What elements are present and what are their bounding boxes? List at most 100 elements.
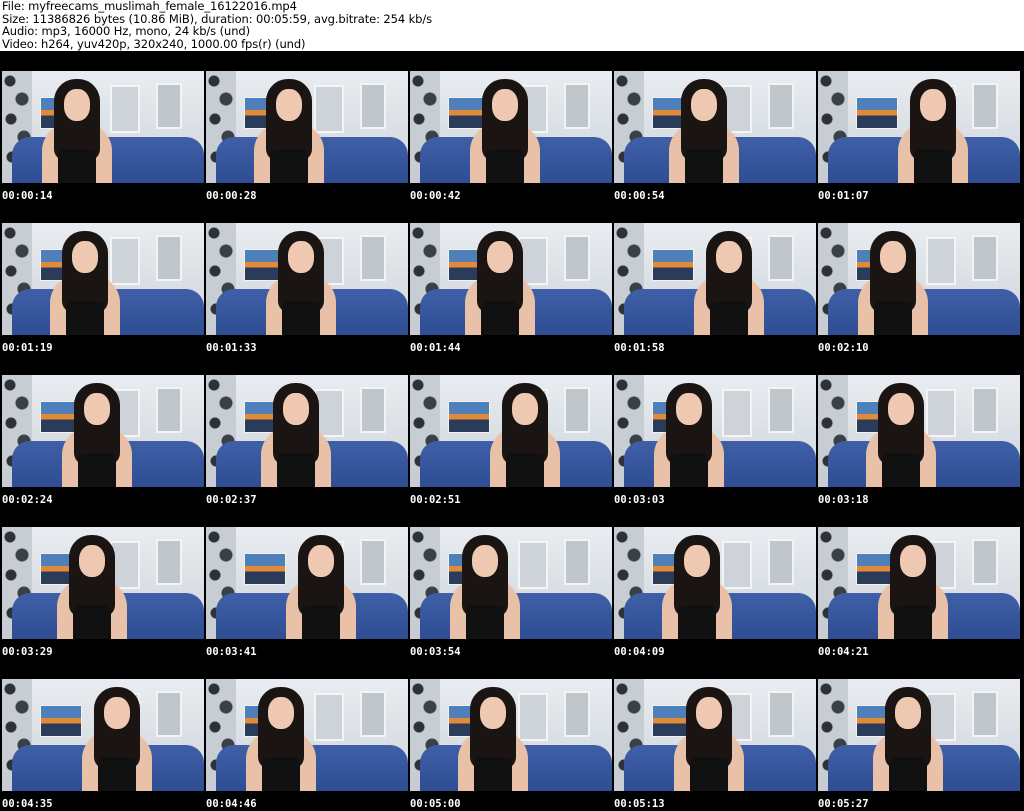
person-figure [450,535,520,639]
video-frame-thumbnail[interactable] [410,223,612,335]
video-frame-thumbnail[interactable] [206,223,408,335]
timestamp-label: 00:01:44 [410,342,461,354]
thumbnail-cell[interactable]: 00:01:44 [408,203,612,355]
person-figure [878,535,948,639]
video-frame-thumbnail[interactable] [2,527,204,639]
thumbnail-cell[interactable]: 00:01:33 [204,203,408,355]
thumbnail-cell[interactable]: 00:00:14 [0,51,204,203]
video-frame-thumbnail[interactable] [206,375,408,487]
timestamp-label: 00:05:27 [818,798,869,810]
wall-frame [360,83,386,129]
person-figure [82,687,152,791]
file-info-header: File: myfreecams_muslimah_female_1612201… [2,0,432,50]
thumbnail-cell[interactable]: 00:01:07 [816,51,1020,203]
timestamp-label: 00:01:58 [614,342,665,354]
video-frame-thumbnail[interactable] [614,375,816,487]
person-figure [246,687,316,791]
thumbnail-cell[interactable]: 00:03:54 [408,507,612,659]
person-figure [669,79,739,183]
video-frame-thumbnail[interactable] [410,679,612,791]
timestamp-label: 00:03:18 [818,494,869,506]
person-figure [286,535,356,639]
thumbnail-cell[interactable]: 00:03:41 [204,507,408,659]
thumbnail-cell[interactable]: 00:01:19 [0,203,204,355]
wall-shelf [314,693,344,741]
video-frame-thumbnail[interactable] [818,71,1020,183]
video-frame-thumbnail[interactable] [2,679,204,791]
timestamp-label: 00:02:51 [410,494,461,506]
timestamp-label: 00:03:29 [2,646,53,658]
wall-frame [768,691,794,737]
person-figure [694,231,764,335]
video-frame-thumbnail[interactable] [818,527,1020,639]
video-frame-thumbnail[interactable] [614,527,816,639]
person-figure [490,383,560,487]
video-frame-thumbnail[interactable] [818,223,1020,335]
thumbnail-cell[interactable]: 00:02:37 [204,355,408,507]
timestamp-label: 00:02:24 [2,494,53,506]
video-frame-thumbnail[interactable] [2,71,204,183]
timestamp-label: 00:00:14 [2,190,53,202]
thumbnail-cell[interactable]: 00:04:35 [0,659,204,811]
person-figure [465,231,535,335]
video-frame-thumbnail[interactable] [818,679,1020,791]
video-frame-thumbnail[interactable] [410,527,612,639]
video-frame-thumbnail[interactable] [818,375,1020,487]
video-frame-thumbnail[interactable] [206,679,408,791]
video-frame-thumbnail[interactable] [614,71,816,183]
thumbnail-cell[interactable]: 00:02:24 [0,355,204,507]
wall-frame [156,387,182,433]
wall-frame [972,691,998,737]
timestamp-label: 00:01:07 [818,190,869,202]
thumbnail-cell[interactable]: 00:02:10 [816,203,1020,355]
person-figure [654,383,724,487]
thumbnail-cell[interactable]: 00:03:03 [612,355,816,507]
video-frame-thumbnail[interactable] [410,375,612,487]
wall-frame [768,235,794,281]
video-frame-thumbnail[interactable] [2,223,204,335]
person-figure [858,231,928,335]
thumbnail-cell[interactable]: 00:04:09 [612,507,816,659]
thumbnail-grid: 00:00:14 00:00:28 00:00:42 00:00:54 00:01:07… [0,51,1024,811]
timestamp-label: 00:04:09 [614,646,665,658]
video-frame-thumbnail[interactable] [2,375,204,487]
wall-frame [156,235,182,281]
wall-frame [564,539,590,585]
file-name-line: File: myfreecams_muslimah_female_1612201… [2,0,297,13]
thumbnail-cell[interactable]: 00:04:21 [816,507,1020,659]
thumbnail-cell[interactable]: 00:05:13 [612,659,816,811]
video-frame-thumbnail[interactable] [614,223,816,335]
wall-frame [360,691,386,737]
thumbnail-row: 00:04:35 00:04:46 00:05:00 00:05:13 00:05:27 [0,659,1024,811]
thumbnail-cell[interactable]: 00:00:42 [408,51,612,203]
wall-frame [768,539,794,585]
wall-frame [564,235,590,281]
thumbnail-cell[interactable]: 00:01:58 [612,203,816,355]
person-figure [42,79,112,183]
thumbnail-cell[interactable]: 00:00:54 [612,51,816,203]
thumbnail-cell[interactable]: 00:02:51 [408,355,612,507]
wall-poster [652,249,694,281]
person-figure [50,231,120,335]
thumbnail-cell[interactable]: 00:00:28 [204,51,408,203]
wall-shelf [722,389,752,437]
thumbnail-cell[interactable]: 00:05:00 [408,659,612,811]
thumbnail-cell[interactable]: 00:04:46 [204,659,408,811]
video-frame-thumbnail[interactable] [206,527,408,639]
wall-frame [360,539,386,585]
timestamp-label: 00:04:35 [2,798,53,810]
timestamp-label: 00:00:54 [614,190,665,202]
wall-frame [564,83,590,129]
thumbnail-cell[interactable]: 00:03:29 [0,507,204,659]
person-figure [261,383,331,487]
video-frame-thumbnail[interactable] [410,71,612,183]
thumbnail-row: 00:01:19 00:01:33 00:01:44 00:01:58 00:02:10 [0,203,1024,355]
timestamp-label: 00:02:10 [818,342,869,354]
person-figure [662,535,732,639]
video-frame-thumbnail[interactable] [614,679,816,791]
wall-frame [972,387,998,433]
video-frame-thumbnail[interactable] [206,71,408,183]
thumbnail-cell[interactable]: 00:03:18 [816,355,1020,507]
wall-frame [564,387,590,433]
thumbnail-cell[interactable]: 00:05:27 [816,659,1020,811]
